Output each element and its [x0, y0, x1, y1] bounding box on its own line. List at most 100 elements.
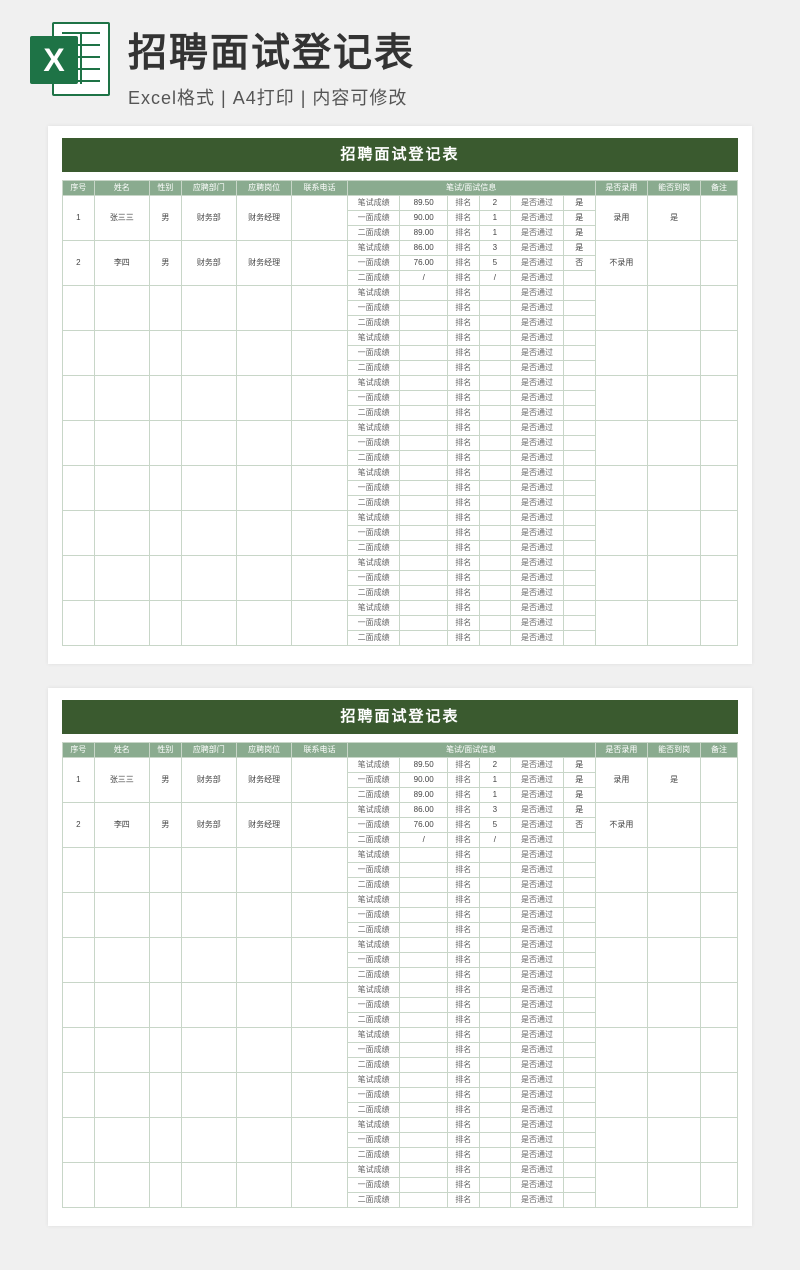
cell-seq: 2	[63, 241, 95, 286]
exam-value	[479, 1193, 511, 1208]
exam-value	[563, 1073, 595, 1088]
exam-value	[563, 983, 595, 998]
exam-label: 是否通过	[511, 481, 564, 496]
exam-value	[563, 451, 595, 466]
exam-label: 是否通过	[511, 436, 564, 451]
exam-label: 是否通过	[511, 863, 564, 878]
exam-value	[479, 1178, 511, 1193]
exam-label: 是否通过	[511, 286, 564, 301]
exam-label: 一面成绩	[347, 773, 400, 788]
table-row: 笔试成绩排名是否通过	[63, 331, 738, 346]
exam-value	[479, 953, 511, 968]
exam-value: 是	[563, 196, 595, 211]
cell-post: 财务经理	[237, 241, 292, 286]
cell-remark	[701, 421, 738, 466]
exam-value	[400, 586, 447, 601]
cell-dept	[181, 1163, 236, 1208]
cell-post	[237, 848, 292, 893]
col-header: 备注	[701, 181, 738, 196]
table-row: 2李四男财务部财务经理笔试成绩86.00排名3是否通过是不录用	[63, 803, 738, 818]
cell-hire	[595, 376, 648, 421]
cell-gender	[150, 1163, 182, 1208]
cell-name	[94, 511, 149, 556]
exam-value	[563, 346, 595, 361]
cell-dept	[181, 601, 236, 646]
cell-name	[94, 1073, 149, 1118]
cell-remark	[701, 286, 738, 331]
table-row: 笔试成绩排名是否通过	[63, 1163, 738, 1178]
exam-value: 是	[563, 241, 595, 256]
exam-value	[479, 421, 511, 436]
exam-label: 是否通过	[511, 496, 564, 511]
cell-dept: 财务部	[181, 196, 236, 241]
exam-value	[563, 1043, 595, 1058]
cell-hire	[595, 1118, 648, 1163]
exam-value	[479, 1058, 511, 1073]
col-header: 是否录用	[595, 743, 648, 758]
exam-value	[400, 466, 447, 481]
exam-value	[563, 526, 595, 541]
cell-dept	[181, 376, 236, 421]
cell-name	[94, 376, 149, 421]
exam-value	[563, 601, 595, 616]
cell-hire	[595, 556, 648, 601]
cell-phone	[292, 803, 347, 848]
cell-gender	[150, 331, 182, 376]
cell-seq	[63, 1118, 95, 1163]
col-header: 姓名	[94, 181, 149, 196]
exam-value	[563, 631, 595, 646]
exam-label: 是否通过	[511, 908, 564, 923]
cell-report	[648, 1073, 701, 1118]
exam-label: 排名	[447, 421, 479, 436]
col-header: 能否到岗	[648, 181, 701, 196]
exam-label: 一面成绩	[347, 1178, 400, 1193]
cell-post: 财务经理	[237, 758, 292, 803]
exam-value	[479, 361, 511, 376]
col-header: 应聘部门	[181, 181, 236, 196]
col-header: 备注	[701, 743, 738, 758]
exam-value	[563, 938, 595, 953]
exam-value	[400, 526, 447, 541]
exam-label: 排名	[447, 968, 479, 983]
exam-value	[563, 481, 595, 496]
exam-value	[563, 953, 595, 968]
exam-label: 是否通过	[511, 1028, 564, 1043]
exam-value	[400, 511, 447, 526]
exam-value	[479, 893, 511, 908]
table-row: 笔试成绩排名是否通过	[63, 556, 738, 571]
exam-label: 排名	[447, 1118, 479, 1133]
cell-name	[94, 421, 149, 466]
cell-name	[94, 1118, 149, 1163]
table-row: 笔试成绩排名是否通过	[63, 421, 738, 436]
exam-value	[563, 1118, 595, 1133]
cell-dept: 财务部	[181, 758, 236, 803]
cell-seq	[63, 286, 95, 331]
exam-value	[400, 953, 447, 968]
exam-label: 排名	[447, 803, 479, 818]
col-header: 序号	[63, 181, 95, 196]
exam-label: 是否通过	[511, 983, 564, 998]
exam-value	[563, 1163, 595, 1178]
exam-label: 排名	[447, 923, 479, 938]
exam-label: 一面成绩	[347, 1133, 400, 1148]
exam-value	[400, 1118, 447, 1133]
cell-report	[648, 421, 701, 466]
cell-gender	[150, 376, 182, 421]
cell-remark	[701, 1073, 738, 1118]
exam-value	[563, 376, 595, 391]
cell-report	[648, 893, 701, 938]
exam-label: 排名	[447, 631, 479, 646]
cell-gender	[150, 421, 182, 466]
exam-value	[400, 316, 447, 331]
exam-label: 是否通过	[511, 1118, 564, 1133]
exam-value: 90.00	[400, 211, 447, 226]
exam-label: 笔试成绩	[347, 466, 400, 481]
cell-post	[237, 1118, 292, 1163]
exam-label: 一面成绩	[347, 1043, 400, 1058]
cell-hire	[595, 286, 648, 331]
exam-label: 排名	[447, 1028, 479, 1043]
cell-report	[648, 466, 701, 511]
exam-value	[479, 848, 511, 863]
cell-seq	[63, 893, 95, 938]
cell-gender	[150, 893, 182, 938]
